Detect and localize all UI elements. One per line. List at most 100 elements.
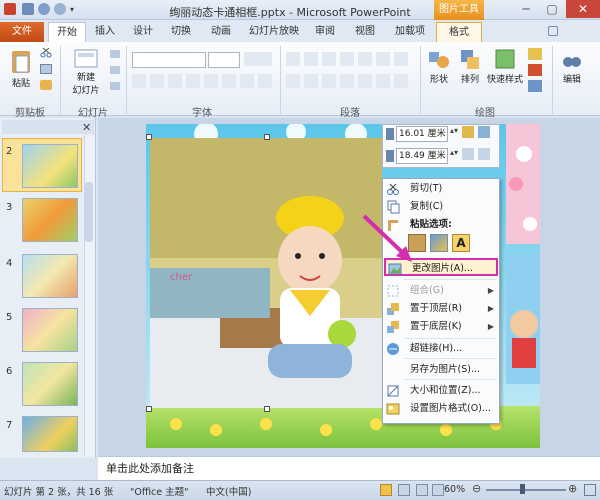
spinner-icon[interactable]: ▴▾ (450, 148, 458, 157)
slide-number: 5 (6, 312, 13, 323)
menu-item-group[interactable]: 组合(G) ▶ (384, 282, 498, 300)
paste-button[interactable]: 粘贴 (6, 48, 36, 100)
zoom-level[interactable]: 60% (444, 484, 465, 495)
font-name-dropdown[interactable] (132, 52, 206, 68)
slide-thumbnail[interactable] (22, 144, 78, 188)
menu-item-bring-to-front[interactable]: 置于顶层(R) ▶ (384, 300, 498, 318)
reading-view-icon[interactable] (416, 484, 428, 496)
font-grow-shrink-icon[interactable] (244, 52, 272, 66)
font-size-dropdown[interactable] (208, 52, 240, 68)
menu-item-label: 置于顶层(R) (410, 303, 463, 314)
tab-animations[interactable]: 动画 (206, 22, 236, 42)
menu-item-label: 置于底层(K) (410, 321, 462, 332)
fit-window-icon[interactable] (584, 484, 596, 496)
menu-item-size-position[interactable]: 大小和位置(Z)... (384, 382, 498, 400)
tab-transitions[interactable]: 切换 (166, 22, 196, 42)
zoom-in-icon[interactable]: ⊕ (568, 482, 577, 495)
menu-item-send-to-back[interactable]: 置于底层(K) ▶ (384, 318, 498, 336)
tab-format[interactable]: 格式 (436, 22, 482, 42)
width-input[interactable]: 18.49 厘米 (396, 148, 448, 164)
new-slide-button[interactable]: 新建 幻灯片 (64, 48, 108, 100)
size-icon (386, 384, 400, 398)
tab-slideshow[interactable]: 幻灯片放映 (244, 22, 304, 42)
height-input[interactable]: 16.01 厘米 (396, 126, 448, 142)
shapes-label: 形状 (429, 75, 448, 85)
menu-item-cut[interactable]: 剪切(T) (384, 180, 498, 198)
zoom-slider-thumb[interactable] (520, 484, 525, 494)
resize-handle[interactable] (146, 134, 152, 140)
zoom-slider[interactable] (486, 489, 566, 491)
shape-outline-icon[interactable] (528, 64, 542, 76)
section-icon[interactable] (110, 82, 120, 90)
new-slide-icon (74, 49, 98, 68)
list-buttons[interactable] (286, 52, 410, 66)
baby-photo[interactable]: cher (150, 138, 382, 408)
arrange-button[interactable]: 排列 (456, 48, 484, 100)
tab-home[interactable]: 开始 (48, 22, 86, 42)
tab-review[interactable]: 审阅 (310, 22, 340, 42)
menu-item-format-picture[interactable]: 设置图片格式(O)... (384, 400, 498, 418)
copy-icon[interactable] (40, 64, 52, 74)
height-icon (386, 128, 394, 140)
help-icon[interactable] (548, 26, 558, 36)
tab-addins[interactable]: 加载项 (390, 22, 430, 42)
quick-styles-label: 快速样式 (486, 75, 523, 85)
pane-tabs[interactable] (2, 120, 94, 134)
align-buttons[interactable] (286, 74, 410, 88)
spinner-icon[interactable]: ▴▾ (450, 126, 458, 135)
slide-thumbnail[interactable] (22, 362, 78, 406)
shapes-button[interactable]: 形状 (424, 48, 454, 100)
slide-thumbnail[interactable] (22, 416, 78, 452)
menu-item-save-as-picture[interactable]: 另存为图片(S)... (384, 361, 498, 379)
quick-styles-button[interactable]: 快速样式 (486, 48, 524, 100)
menu-item-hyperlink[interactable]: 超链接(H)... (384, 340, 498, 358)
shape-effects-icon[interactable] (528, 80, 542, 92)
editing-button[interactable]: 编辑 (556, 48, 588, 100)
resize-handle[interactable] (264, 406, 270, 412)
drawing-group-label: 绘图 (475, 108, 495, 119)
slide-sorter-icon[interactable] (398, 484, 410, 496)
layout-icon[interactable] (110, 50, 120, 58)
scrollbar-thumb[interactable] (85, 182, 93, 242)
paste-label: 粘贴 (11, 79, 30, 89)
redo-icon[interactable] (54, 3, 66, 15)
slideshow-icon[interactable] (432, 484, 444, 496)
paste-icon (12, 51, 30, 73)
submenu-arrow-icon: ▶ (487, 322, 494, 331)
reset-icon[interactable] (110, 66, 120, 74)
resize-handle[interactable] (146, 406, 152, 412)
send-back-icon (386, 320, 400, 334)
customize-toolbar-icon[interactable]: ▾ (70, 5, 74, 14)
tab-design[interactable]: 设计 (128, 22, 158, 42)
undo-icon[interactable] (38, 3, 50, 15)
tab-view[interactable]: 视图 (350, 22, 380, 42)
minimize-icon[interactable]: ─ (514, 0, 538, 18)
slide-thumbnail[interactable] (22, 254, 78, 298)
menu-item-label: 超链接(H)... (410, 343, 463, 354)
maximize-icon[interactable]: ▢ (540, 0, 564, 18)
hyperlink-icon (386, 342, 400, 356)
slide-thumbnail[interactable] (22, 308, 78, 352)
bring-forward-icon[interactable] (462, 126, 474, 138)
format-painter-icon[interactable] (40, 80, 52, 90)
language-indicator[interactable]: 中文(中国) (206, 484, 251, 498)
send-backward-icon[interactable] (478, 126, 490, 138)
zoom-out-icon[interactable]: ⊖ (472, 482, 481, 495)
tab-file[interactable]: 文件 (0, 22, 44, 42)
paste-text-only-icon[interactable]: A (452, 234, 470, 252)
slide-thumbnail[interactable] (22, 198, 78, 242)
crop-icon[interactable] (462, 148, 474, 160)
save-icon[interactable] (22, 3, 34, 15)
tab-insert[interactable]: 插入 (90, 22, 120, 42)
group-icon (386, 284, 400, 298)
rotate-icon[interactable] (478, 148, 490, 160)
cut-icon[interactable] (40, 47, 52, 58)
shape-fill-icon[interactable] (528, 48, 542, 60)
resize-handle[interactable] (264, 134, 270, 140)
normal-view-icon[interactable] (380, 484, 392, 496)
pane-close-icon[interactable]: ✕ (82, 121, 91, 134)
font-format-buttons[interactable] (132, 74, 272, 88)
bring-front-icon (386, 302, 400, 316)
close-icon[interactable]: ✕ (566, 0, 600, 18)
paste-source-format-icon[interactable] (430, 234, 448, 252)
